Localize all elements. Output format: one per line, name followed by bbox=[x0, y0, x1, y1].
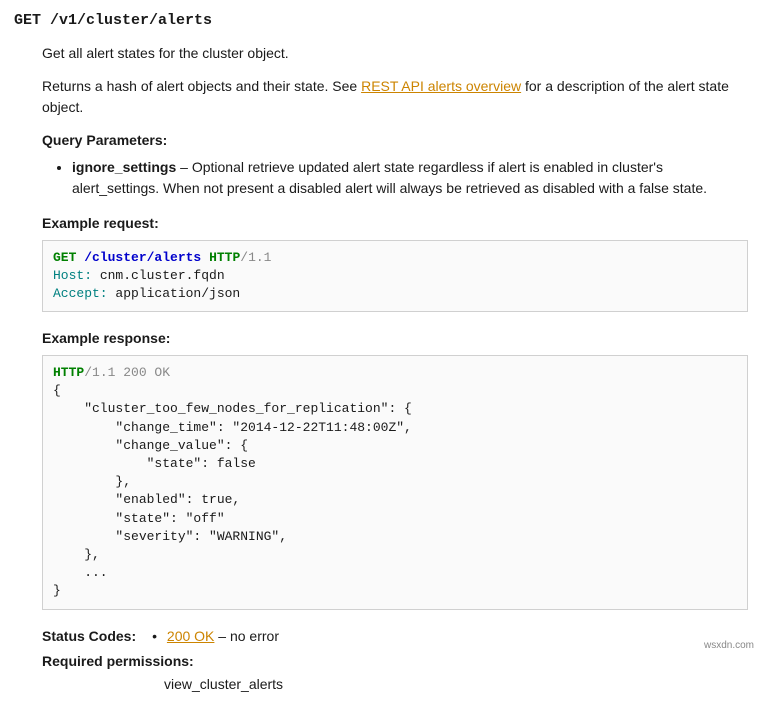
req-version: /1.1 bbox=[240, 250, 271, 265]
host-label: Host: bbox=[53, 268, 92, 283]
returns-paragraph: Returns a hash of alert objects and thei… bbox=[42, 76, 748, 118]
req-path: /cluster/alerts bbox=[84, 250, 201, 265]
resp-body: { "cluster_too_few_nodes_for_replication… bbox=[53, 383, 412, 598]
status-codes-row: Status Codes: • 200 OK – no error bbox=[42, 626, 748, 647]
accept-value: application/json bbox=[108, 286, 241, 301]
list-item: ignore_settings – Optional retrieve upda… bbox=[72, 157, 748, 199]
endpoint-header: GET /v1/cluster/alerts bbox=[14, 10, 748, 33]
permissions-label: Required permissions: bbox=[42, 651, 748, 672]
resp-status-line: /1.1 200 OK bbox=[84, 365, 170, 380]
example-response-code: HTTP/1.1 200 OK { "cluster_too_few_nodes… bbox=[42, 355, 748, 609]
permissions-row: Required permissions: view_cluster_alert… bbox=[42, 651, 748, 695]
req-protocol: HTTP bbox=[209, 250, 240, 265]
description-text: Get all alert states for the cluster obj… bbox=[42, 43, 748, 64]
watermark-text: wsxdn.com bbox=[704, 638, 754, 653]
status-desc: – no error bbox=[214, 628, 279, 644]
query-params-list: ignore_settings – Optional retrieve upda… bbox=[72, 157, 748, 199]
status-codes-label: Status Codes: bbox=[42, 626, 136, 647]
http-method: GET bbox=[14, 12, 41, 29]
status-codes-content: • 200 OK – no error bbox=[146, 626, 279, 647]
req-method: GET bbox=[53, 250, 76, 265]
query-params-label: Query Parameters: bbox=[42, 130, 748, 151]
bullet-icon: • bbox=[152, 628, 157, 644]
accept-label: Accept: bbox=[53, 286, 108, 301]
permissions-value: view_cluster_alerts bbox=[164, 674, 748, 695]
example-request-label: Example request: bbox=[42, 213, 748, 234]
status-200-link[interactable]: 200 OK bbox=[167, 628, 214, 644]
content-body: Get all alert states for the cluster obj… bbox=[42, 43, 748, 695]
host-value: cnm.cluster.fqdn bbox=[92, 268, 225, 283]
example-request-code: GET /cluster/alerts HTTP/1.1 Host: cnm.c… bbox=[42, 240, 748, 313]
resp-protocol: HTTP bbox=[53, 365, 84, 380]
example-response-label: Example response: bbox=[42, 328, 748, 349]
rest-api-alerts-link[interactable]: REST API alerts overview bbox=[361, 78, 521, 94]
returns-prefix: Returns a hash of alert objects and thei… bbox=[42, 78, 361, 94]
param-name: ignore_settings bbox=[72, 159, 176, 175]
endpoint-path: /v1/cluster/alerts bbox=[50, 12, 212, 29]
